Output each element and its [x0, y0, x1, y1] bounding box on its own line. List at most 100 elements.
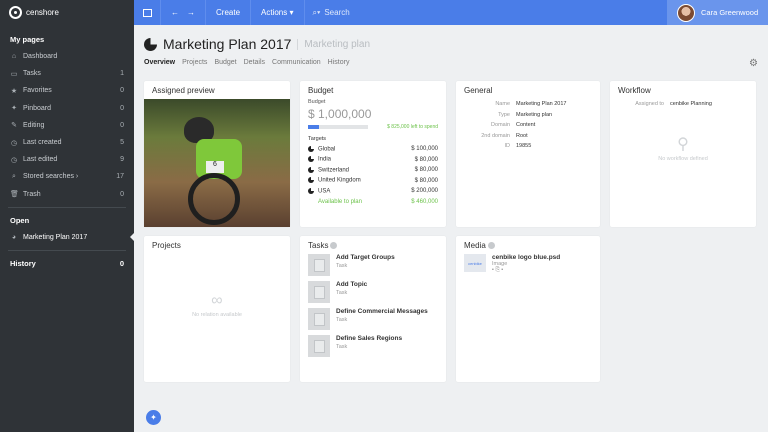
general-row-domain: Domain Content	[491, 122, 536, 129]
back-arrow-icon[interactable]: ←	[171, 8, 179, 17]
tab-budget[interactable]: Budget	[214, 59, 236, 66]
sidebar-item-icon: 🗑	[10, 191, 19, 199]
tasks-card: Tasks Add Target Groups Task Add Topic Task…	[300, 236, 446, 382]
budget-left: $ 825,000 left to spend	[387, 124, 438, 130]
tab-details[interactable]: Details	[244, 59, 265, 66]
pie-chart-icon	[308, 156, 314, 163]
sidebar-item-icon: ◷	[10, 139, 18, 147]
sidebar-item-tasks[interactable]: ▭ Tasks 1	[0, 65, 134, 82]
target-row: India $ 80,000	[300, 155, 446, 166]
pie-chart-icon	[308, 145, 314, 152]
nav-back-forward[interactable]: ← →	[161, 0, 206, 25]
targets-label: Targets	[308, 136, 327, 142]
target-value: $ 80,000	[414, 177, 438, 184]
sidebar-item-icon: ✎	[11, 122, 17, 130]
media-file-name: cenbike logo blue.psd	[492, 254, 561, 261]
sidebar-item-label: Last edited	[23, 156, 58, 164]
sidebar-item-last-edited[interactable]: ◷ Last edited 9	[0, 151, 134, 168]
general-row-id: ID 19855	[504, 143, 532, 150]
my-pages-heading: My pages	[10, 35, 45, 44]
media-item[interactable]: cenbike cenbike logo blue.psd Image ▪ ⎘ …	[456, 254, 600, 274]
sidebar-item-editing[interactable]: ✎ Editing 0	[0, 117, 134, 134]
panel-icon	[142, 8, 152, 17]
card-title: Assigned preview	[152, 86, 215, 95]
divider	[8, 249, 126, 251]
card-title: Workflow	[618, 86, 651, 95]
tab-overview[interactable]: Overview	[144, 59, 175, 66]
target-name: United Kingdom	[318, 178, 361, 185]
divider	[8, 206, 126, 208]
info-icon[interactable]	[487, 242, 495, 250]
tab-communication[interactable]: Communication	[272, 59, 321, 66]
general-row-name: Name Marketing Plan 2017	[495, 101, 567, 108]
task-icon	[308, 335, 330, 357]
sidebar-item-icon: ⌂	[11, 53, 17, 61]
target-value: $ 200,000	[411, 188, 438, 195]
create-button[interactable]: Create	[206, 0, 252, 25]
open-item-marketing-plan[interactable]: ◕ Marketing Plan 2017	[0, 229, 134, 246]
workflow-card: Workflow Assigned to cenbike Planning ⚲ …	[610, 81, 756, 227]
pie-chart-icon: ◕	[11, 233, 17, 241]
logo[interactable]: censhore	[0, 0, 134, 25]
sidebar-toggle-button[interactable]	[134, 0, 161, 25]
preview-image[interactable]: 6	[144, 99, 290, 227]
target-value: $ 100,000	[411, 146, 438, 153]
general-row-2nd-domain: 2nd domain Root	[481, 132, 528, 139]
gear-icon[interactable]: ⚙	[749, 58, 758, 69]
user-menu[interactable]: Cara Greenwood	[667, 0, 768, 25]
pie-chart-icon	[308, 187, 314, 194]
task-item[interactable]: Define Commercial Messages Task	[308, 308, 438, 331]
search-input[interactable]: ⌕▾ Search	[305, 0, 668, 25]
tab-bar: Overview Projects Budget Details Communicati…	[144, 59, 349, 66]
general-row-type: Type Marketing plan	[498, 111, 553, 118]
sidebar-item-dashboard[interactable]: ⌂ Dashboard	[0, 48, 134, 65]
sidebar-item-label: Dashboard	[23, 53, 58, 61]
user-name: Cara Greenwood	[701, 8, 759, 17]
sidebar: censhore My pages ⌂ Dashboard ▭ Tasks 1 ★ Favo…	[0, 0, 134, 432]
target-row: USA $ 200,000	[300, 186, 446, 197]
task-icon	[308, 254, 330, 276]
sidebar-item-icon: ◷	[10, 156, 18, 164]
sidebar-item-count: 0	[120, 104, 124, 112]
pie-chart-icon	[308, 166, 314, 173]
sidebar-item-label: Trash	[23, 190, 41, 198]
task-item[interactable]: Add Target Groups Task	[308, 254, 438, 277]
target-value: $ 80,000	[414, 156, 438, 163]
sidebar-item-count: 0	[120, 190, 124, 198]
target-row: Global $ 100,000	[300, 144, 446, 155]
pie-chart-icon	[144, 37, 157, 51]
tab-projects[interactable]: Projects	[182, 59, 207, 66]
workflow-empty: No workflow defined	[658, 155, 708, 162]
sidebar-item-icon: ▭	[10, 70, 18, 78]
main-content: Marketing Plan 2017 Marketing plan Overv…	[134, 25, 768, 432]
history-heading[interactable]: History 0	[0, 255, 134, 272]
open-heading: Open	[10, 215, 30, 225]
page-subtitle: Marketing plan	[297, 38, 370, 50]
sidebar-item-last-created[interactable]: ◷ Last created 5	[0, 134, 134, 151]
budget-amount: $ 1,000,000	[308, 107, 372, 121]
sidebar-item-stored-searches[interactable]: ⌕ Stored searches › 17	[0, 168, 134, 185]
page-title: Marketing Plan 2017	[163, 36, 292, 52]
forward-arrow-icon[interactable]: →	[187, 8, 195, 17]
actions-button[interactable]: Actions ▾	[251, 0, 305, 25]
sidebar-item-label: Stored searches ›	[23, 173, 79, 181]
tab-history[interactable]: History	[328, 59, 350, 66]
general-card: General Name Marketing Plan 2017 Type Marke…	[456, 81, 600, 227]
task-item[interactable]: Add Topic Task	[308, 281, 438, 304]
avatar	[677, 3, 695, 22]
sidebar-item-label: Favorites	[23, 87, 52, 95]
info-icon[interactable]	[330, 242, 338, 250]
search-icon: ⌕▾	[312, 7, 321, 17]
sidebar-item-icon: ★	[10, 87, 18, 95]
target-name: India	[318, 157, 332, 164]
logo-text: censhore	[26, 8, 59, 17]
sidebar-item-label: Pinboard	[23, 104, 52, 112]
sidebar-item-count: 0	[120, 87, 124, 95]
sidebar-item-favorites[interactable]: ★ Favorites 0	[0, 82, 134, 99]
sidebar-item-trash[interactable]: 🗑 Trash 0	[0, 186, 134, 203]
assigned-row: Assigned to cenbike Planning	[635, 101, 712, 108]
task-item[interactable]: Define Sales Regions Task	[308, 335, 438, 358]
budget-card: Budget Budget $ 1,000,000 $ 825,000 left…	[300, 81, 446, 227]
sidebar-item-pinboard[interactable]: ✦ Pinboard 0	[0, 100, 134, 117]
sidebar-item-count: 5	[120, 139, 124, 147]
